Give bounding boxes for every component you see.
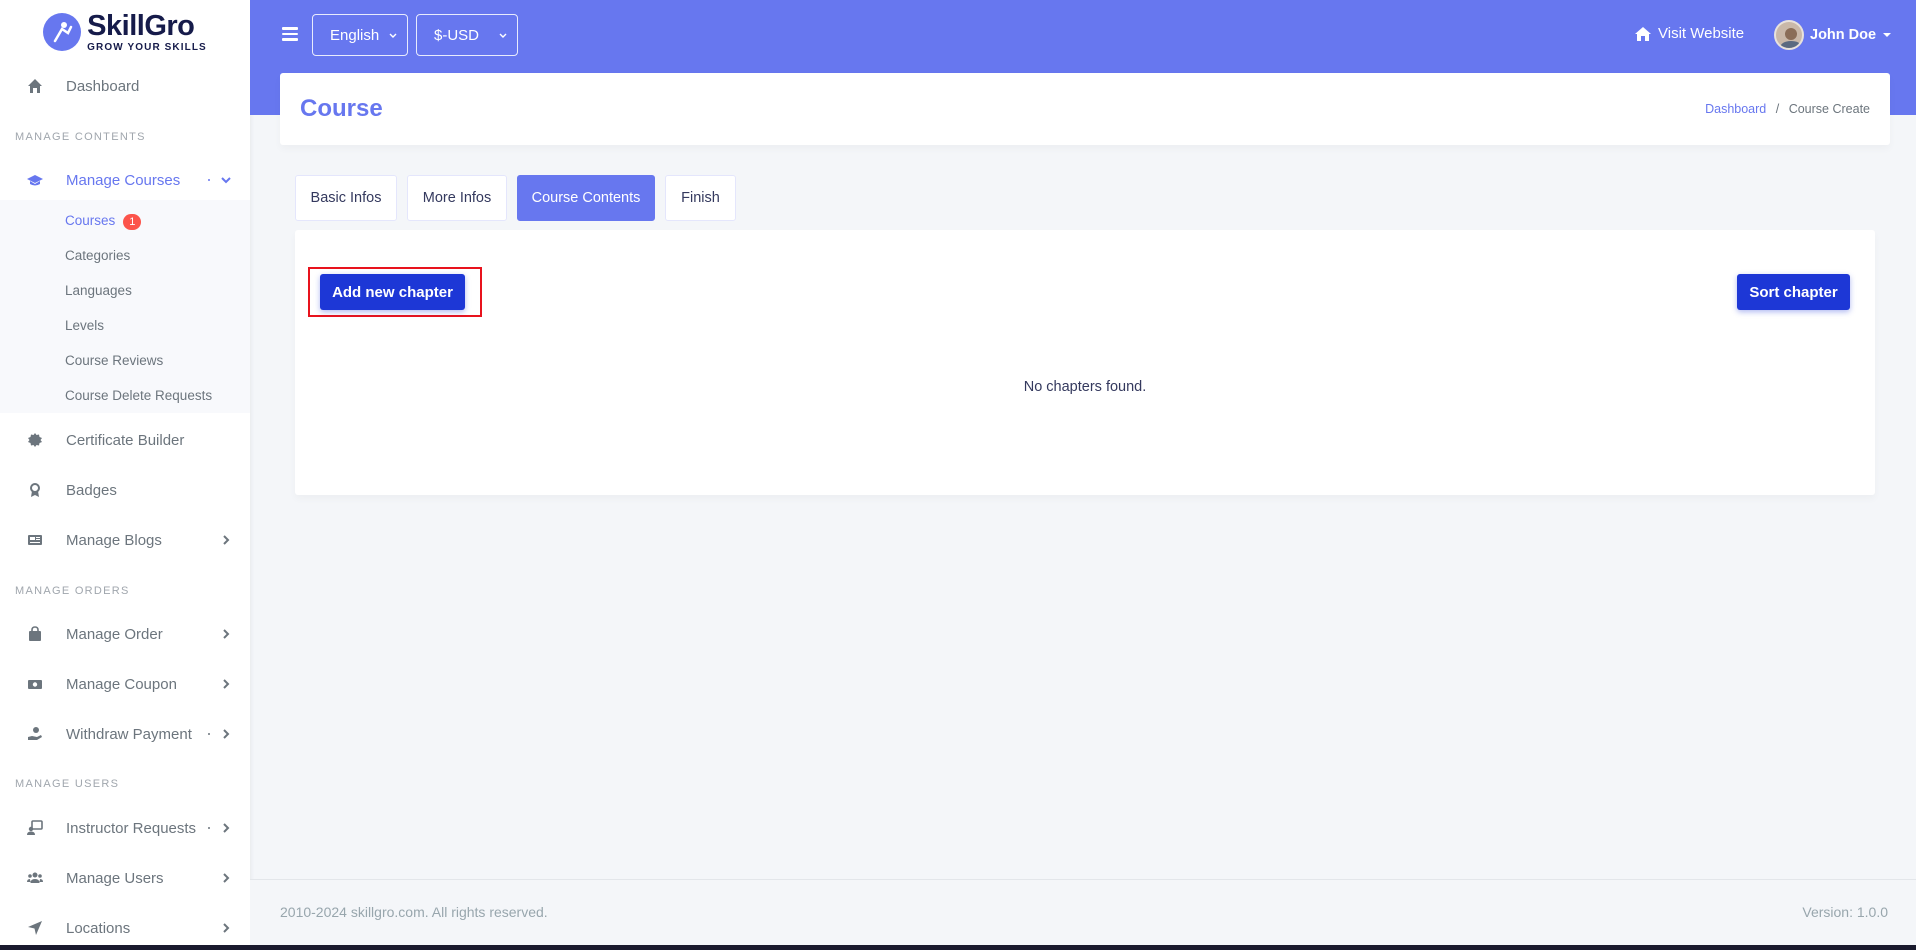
caret-down-icon [389, 33, 397, 38]
sidebar-item-manage-order[interactable]: Manage Order [0, 614, 250, 654]
shopping-bag-icon [29, 626, 41, 641]
sidebar-item-label: Badges [66, 481, 117, 499]
breadcrumb: Dashboard / Course Create [1705, 102, 1870, 116]
page-header-card: Course Dashboard / Course Create [280, 73, 1890, 145]
dot-indicator [208, 179, 210, 181]
caret-down-icon [1883, 33, 1892, 37]
chevron-right-icon [223, 629, 230, 639]
submenu-item-categories[interactable]: Categories [65, 248, 130, 263]
brand-tagline: GROW YOUR SKILLS [87, 41, 207, 53]
chevron-right-icon [223, 873, 230, 883]
sidebar-item-dashboard[interactable]: Dashboard [0, 66, 250, 106]
tab-basic-infos[interactable]: Basic Infos [295, 175, 397, 221]
sidebar-item-label: Instructor Requests [66, 819, 197, 837]
copyright-text: 2010-2024 skillgro.com. All rights reser… [280, 904, 548, 920]
chevron-right-icon [223, 679, 230, 689]
breadcrumb-current: Course Create [1788, 102, 1870, 116]
sidebar-item-label: Manage Blogs [66, 531, 162, 549]
brand-logo[interactable]: SkillGro GROW YOUR SKILLS [0, 0, 250, 64]
hand-holding-dollar-icon [28, 727, 42, 740]
language-select[interactable]: English [312, 14, 408, 56]
sidebar-item-certificate-builder[interactable]: Certificate Builder [0, 420, 250, 460]
section-label-orders: MANAGE ORDERS [15, 585, 130, 597]
newspaper-icon [28, 535, 42, 545]
visit-website-label: Visit Website [1658, 25, 1745, 42]
sidebar: SkillGro GROW YOUR SKILLS Dashboard MANA… [0, 0, 250, 945]
courses-submenu: Courses 1 Categories Languages Levels Cou… [0, 200, 250, 413]
dot-indicator [208, 827, 210, 829]
version-text: Version: 1.0.0 [1802, 904, 1888, 920]
submenu-item-courses[interactable]: Courses 1 [65, 213, 142, 230]
sidebar-item-label: Manage Coupon [66, 675, 177, 693]
sidebar-item-manage-users[interactable]: Manage Users [0, 858, 250, 898]
tab-finish[interactable]: Finish [665, 175, 736, 221]
sidebar-item-label: Locations [66, 919, 131, 937]
sidebar-item-badges[interactable]: Badges [0, 470, 250, 510]
sidebar-item-manage-coupon[interactable]: Manage Coupon [0, 664, 250, 704]
certificate-icon [28, 433, 42, 447]
language-select-value: English [330, 26, 380, 44]
chevron-right-icon [223, 923, 230, 933]
tab-more-infos[interactable]: More Infos [407, 175, 507, 221]
section-label-contents: MANAGE CONTENTS [15, 131, 146, 143]
courses-count-badge: 1 [123, 214, 142, 230]
graduation-cap-icon [27, 175, 43, 186]
add-new-chapter-button[interactable]: Add new chapter [320, 274, 465, 310]
currency-select[interactable]: $-USD [416, 14, 518, 56]
brand-name: SkillGro [87, 9, 195, 42]
sidebar-item-label: Certificate Builder [66, 431, 185, 449]
chevron-right-icon [223, 535, 230, 545]
sidebar-item-manage-blogs[interactable]: Manage Blogs [0, 520, 250, 560]
chevron-down-icon [221, 177, 231, 184]
empty-state-message: No chapters found. [1023, 379, 1147, 395]
sidebar-item-locations[interactable]: Locations [0, 908, 250, 945]
course-contents-card: Add new chapter Sort chapter No chapters… [295, 230, 1875, 495]
tab-course-contents[interactable]: Course Contents [517, 175, 655, 221]
logo-icon [43, 13, 82, 51]
sidebar-item-label: Manage Courses [66, 171, 181, 189]
chalkboard-user-icon [27, 820, 43, 835]
sidebar-item-manage-courses[interactable]: Manage Courses [0, 160, 250, 200]
section-label-users: MANAGE USERS [15, 778, 120, 790]
page-title: Course [300, 95, 383, 122]
money-bill-icon [28, 680, 42, 689]
window-bottom-edge [0, 945, 1916, 950]
chevron-right-icon [223, 823, 230, 833]
sort-chapter-button[interactable]: Sort chapter [1737, 274, 1850, 310]
breadcrumb-separator: / [1775, 102, 1780, 116]
home-icon [1635, 26, 1651, 41]
submenu-item-label: Courses [65, 213, 116, 228]
users-icon [27, 872, 43, 883]
caret-down-icon [499, 33, 507, 38]
sidebar-item-label: Manage Order [66, 625, 163, 643]
location-arrow-icon [28, 921, 42, 935]
hamburger-menu-icon[interactable] [282, 27, 298, 41]
submenu-item-course-reviews[interactable]: Course Reviews [65, 353, 163, 368]
breadcrumb-dashboard-link[interactable]: Dashboard [1705, 102, 1766, 116]
home-icon [28, 79, 42, 93]
chevron-right-icon [223, 729, 230, 739]
submenu-item-levels[interactable]: Levels [65, 318, 104, 333]
avatar [1774, 20, 1804, 50]
sidebar-item-label: Dashboard [66, 77, 140, 95]
submenu-item-course-delete-requests[interactable]: Course Delete Requests [65, 388, 212, 403]
sidebar-item-label: Manage Users [66, 869, 164, 887]
submenu-item-languages[interactable]: Languages [65, 283, 132, 298]
visit-website-link[interactable]: Visit Website [1634, 25, 1744, 42]
sidebar-item-label: Withdraw Payment [66, 725, 192, 743]
award-icon [30, 483, 40, 497]
user-name: John Doe [1810, 27, 1877, 43]
dot-indicator [208, 733, 210, 735]
user-menu[interactable]: John Doe [1774, 20, 1892, 50]
currency-select-value: $-USD [434, 26, 480, 44]
footer: 2010-2024 skillgro.com. All rights reser… [250, 879, 1916, 945]
sidebar-item-instructor-requests[interactable]: Instructor Requests [0, 808, 250, 848]
sidebar-item-withdraw-payment[interactable]: Withdraw Payment [0, 714, 250, 754]
